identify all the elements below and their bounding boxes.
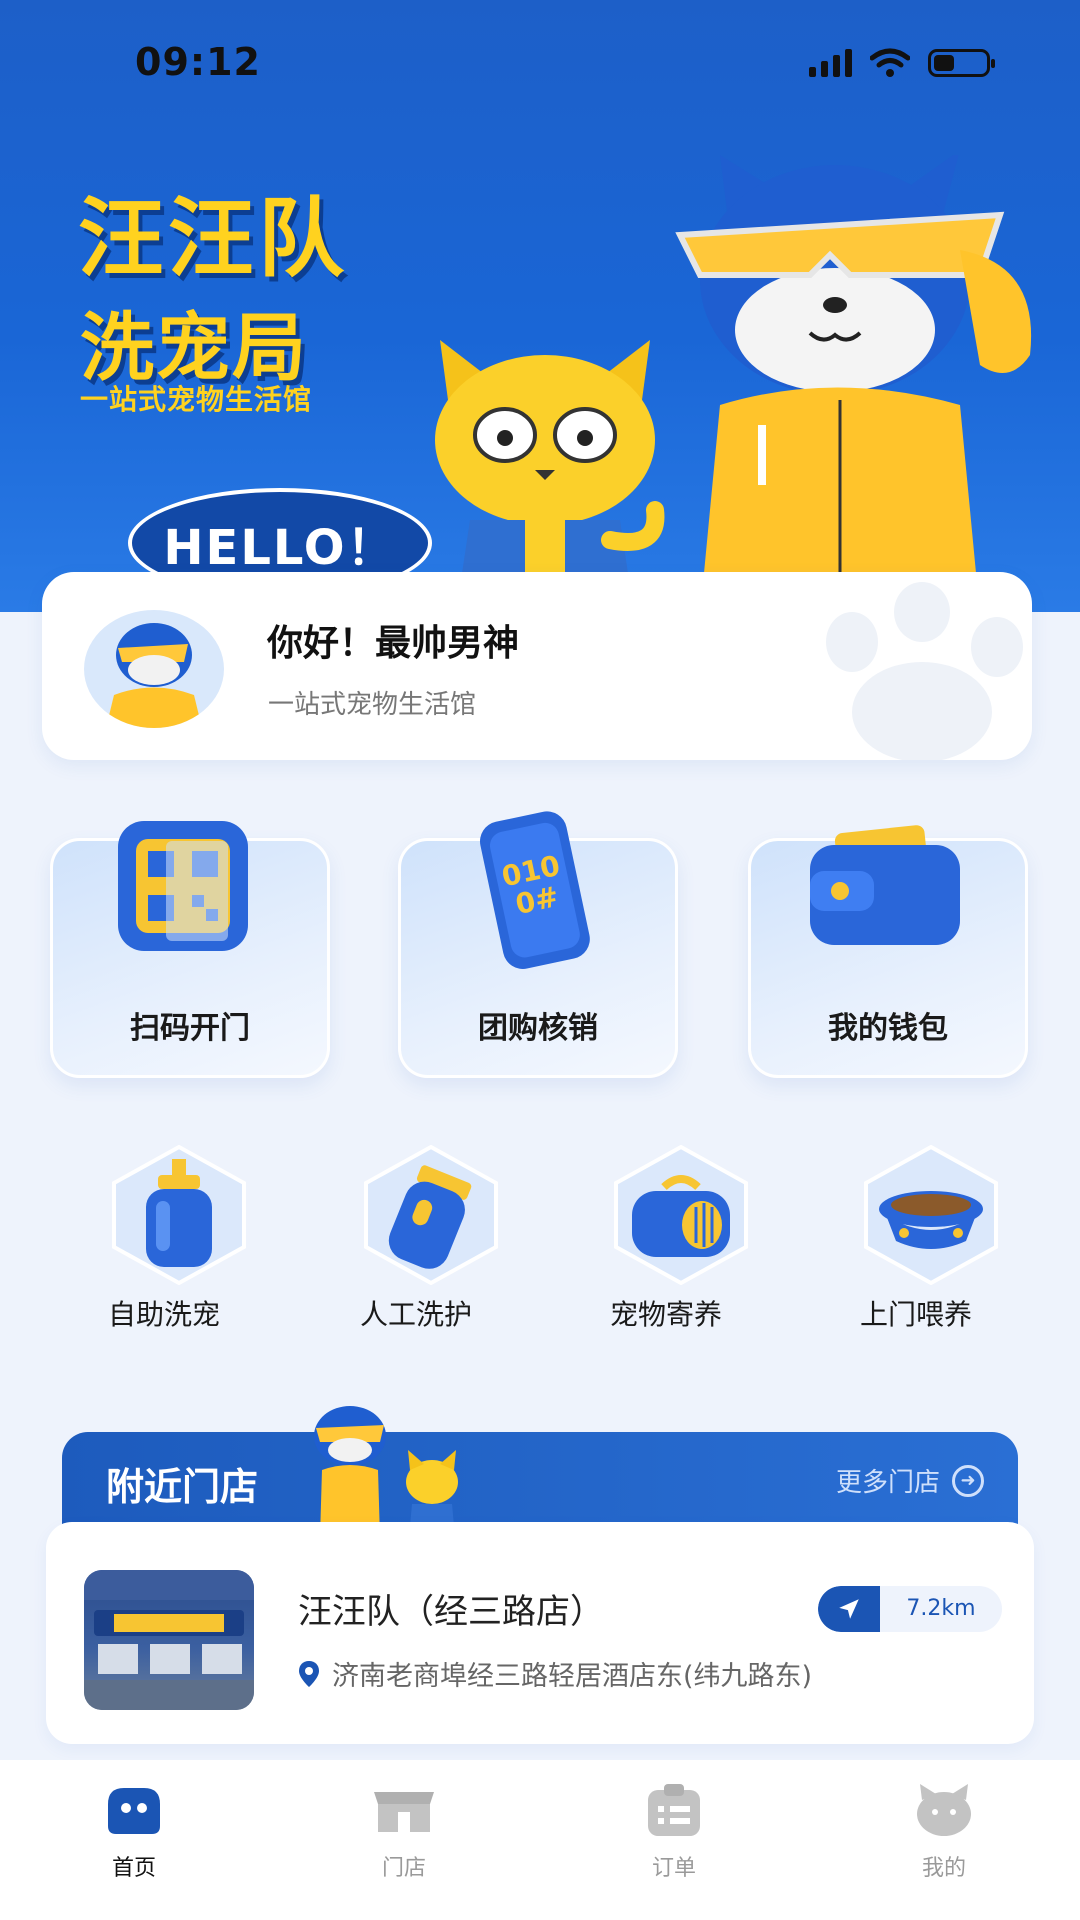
feature-group-buy-redeem[interactable]: 010 0# 团购核销 (398, 811, 678, 1078)
order-icon (648, 1784, 700, 1836)
service-label: 宠物寄养 (609, 1298, 722, 1331)
store-photo (84, 1570, 254, 1710)
feature-my-wallet[interactable]: 我的钱包 (748, 825, 1028, 1078)
dog-avatar-icon (106, 623, 202, 728)
tab-label: 门店 (381, 1856, 426, 1881)
status-time: 09:12 (135, 40, 261, 84)
hero-banner: 09:12 汪汪队 洗宠局 一站式宠物生活馆 HELLO！ (0, 0, 1080, 612)
store-address: 济南老商埠经三路轻居酒店东(纬九路东) (332, 1661, 813, 1692)
feature-label: 团购核销 (478, 1011, 598, 1046)
more-stores-label: 更多门店 (835, 1468, 940, 1498)
pet-carrier-icon (614, 1145, 748, 1285)
service-label: 上门喂养 (859, 1298, 972, 1331)
cat-mascot-illustration (435, 340, 665, 612)
service-label: 人工洗护 (359, 1298, 472, 1331)
store-icon (374, 1792, 434, 1832)
store-distance: 7.2km (906, 1596, 976, 1621)
status-bar: 09:12 (0, 0, 1080, 130)
service-label: 自助洗宠 (107, 1298, 220, 1331)
location-pin-icon (299, 1660, 319, 1687)
store-address-row: 济南老商埠经三路轻居酒店东(纬九路东) (298, 1654, 812, 1693)
store-card[interactable]: 汪汪队（经三路店） 7.2km 济南老商埠经三路轻居酒店东(纬九路东) (46, 1522, 1034, 1744)
brand-title: 汪汪队 (78, 189, 348, 289)
paw-decoration-icon (826, 582, 1023, 760)
wifi-icon (870, 48, 910, 77)
bottom-tab-bar: 首页 门店 订单 我的 (0, 1760, 1080, 1920)
shampoo-bottle-icon (112, 1145, 246, 1285)
tab-profile[interactable]: 我的 (884, 1782, 1004, 1892)
more-stores-link[interactable]: 更多门店 ➜ (836, 1462, 984, 1499)
store-distance-badge[interactable]: 7.2km (818, 1586, 1002, 1632)
dog-mascot-illustration (675, 155, 1032, 612)
service-self-wash[interactable]: 自助洗宠 (64, 1145, 264, 1345)
avatar[interactable] (84, 610, 224, 728)
tab-label: 我的 (921, 1856, 966, 1881)
arrow-right-circle-icon: ➜ (952, 1464, 984, 1497)
brand-tagline: 一站式宠物生活馆 (80, 383, 313, 416)
service-pet-boarding[interactable]: 宠物寄养 (566, 1145, 766, 1345)
wallet-icon (810, 825, 960, 945)
clipper-icon (364, 1145, 498, 1285)
battery-icon (928, 49, 995, 77)
tab-store[interactable]: 门店 (344, 1782, 464, 1892)
service-home-feeding[interactable]: 上门喂养 (816, 1145, 1016, 1345)
greeting-name: 你好！最帅男神 (267, 623, 520, 664)
status-icons (809, 48, 995, 78)
profile-icon (917, 1784, 971, 1836)
qr-scan-icon (118, 821, 248, 951)
feature-label: 我的钱包 (828, 1011, 948, 1046)
greeting-description: 一站式宠物生活馆 (268, 690, 477, 720)
service-manual-care[interactable]: 人工洗护 (316, 1145, 516, 1345)
food-bowl-icon (864, 1145, 998, 1285)
greeting-card[interactable]: 你好！最帅男神 一站式宠物生活馆 (42, 572, 1032, 760)
signal-icon (809, 49, 852, 77)
tab-home[interactable]: 首页 (74, 1782, 194, 1892)
tab-orders[interactable]: 订单 (614, 1782, 734, 1892)
nearby-stores-header: 附近门店 更多门店 ➜ (62, 1432, 1018, 1532)
tab-label: 首页 (111, 1856, 156, 1881)
navigation-arrow-icon (818, 1586, 880, 1632)
tab-label: 订单 (651, 1856, 696, 1881)
nearby-stores-title: 附近门店 (106, 1465, 259, 1509)
feature-scan-open-door[interactable]: 扫码开门 (50, 821, 330, 1078)
phone-qr-icon: 010 0# (480, 811, 590, 969)
home-icon (108, 1788, 160, 1834)
storefront-image-icon (84, 1570, 254, 1710)
store-name: 汪汪队（经三路店） (298, 1592, 604, 1632)
feature-label: 扫码开门 (130, 1011, 250, 1046)
